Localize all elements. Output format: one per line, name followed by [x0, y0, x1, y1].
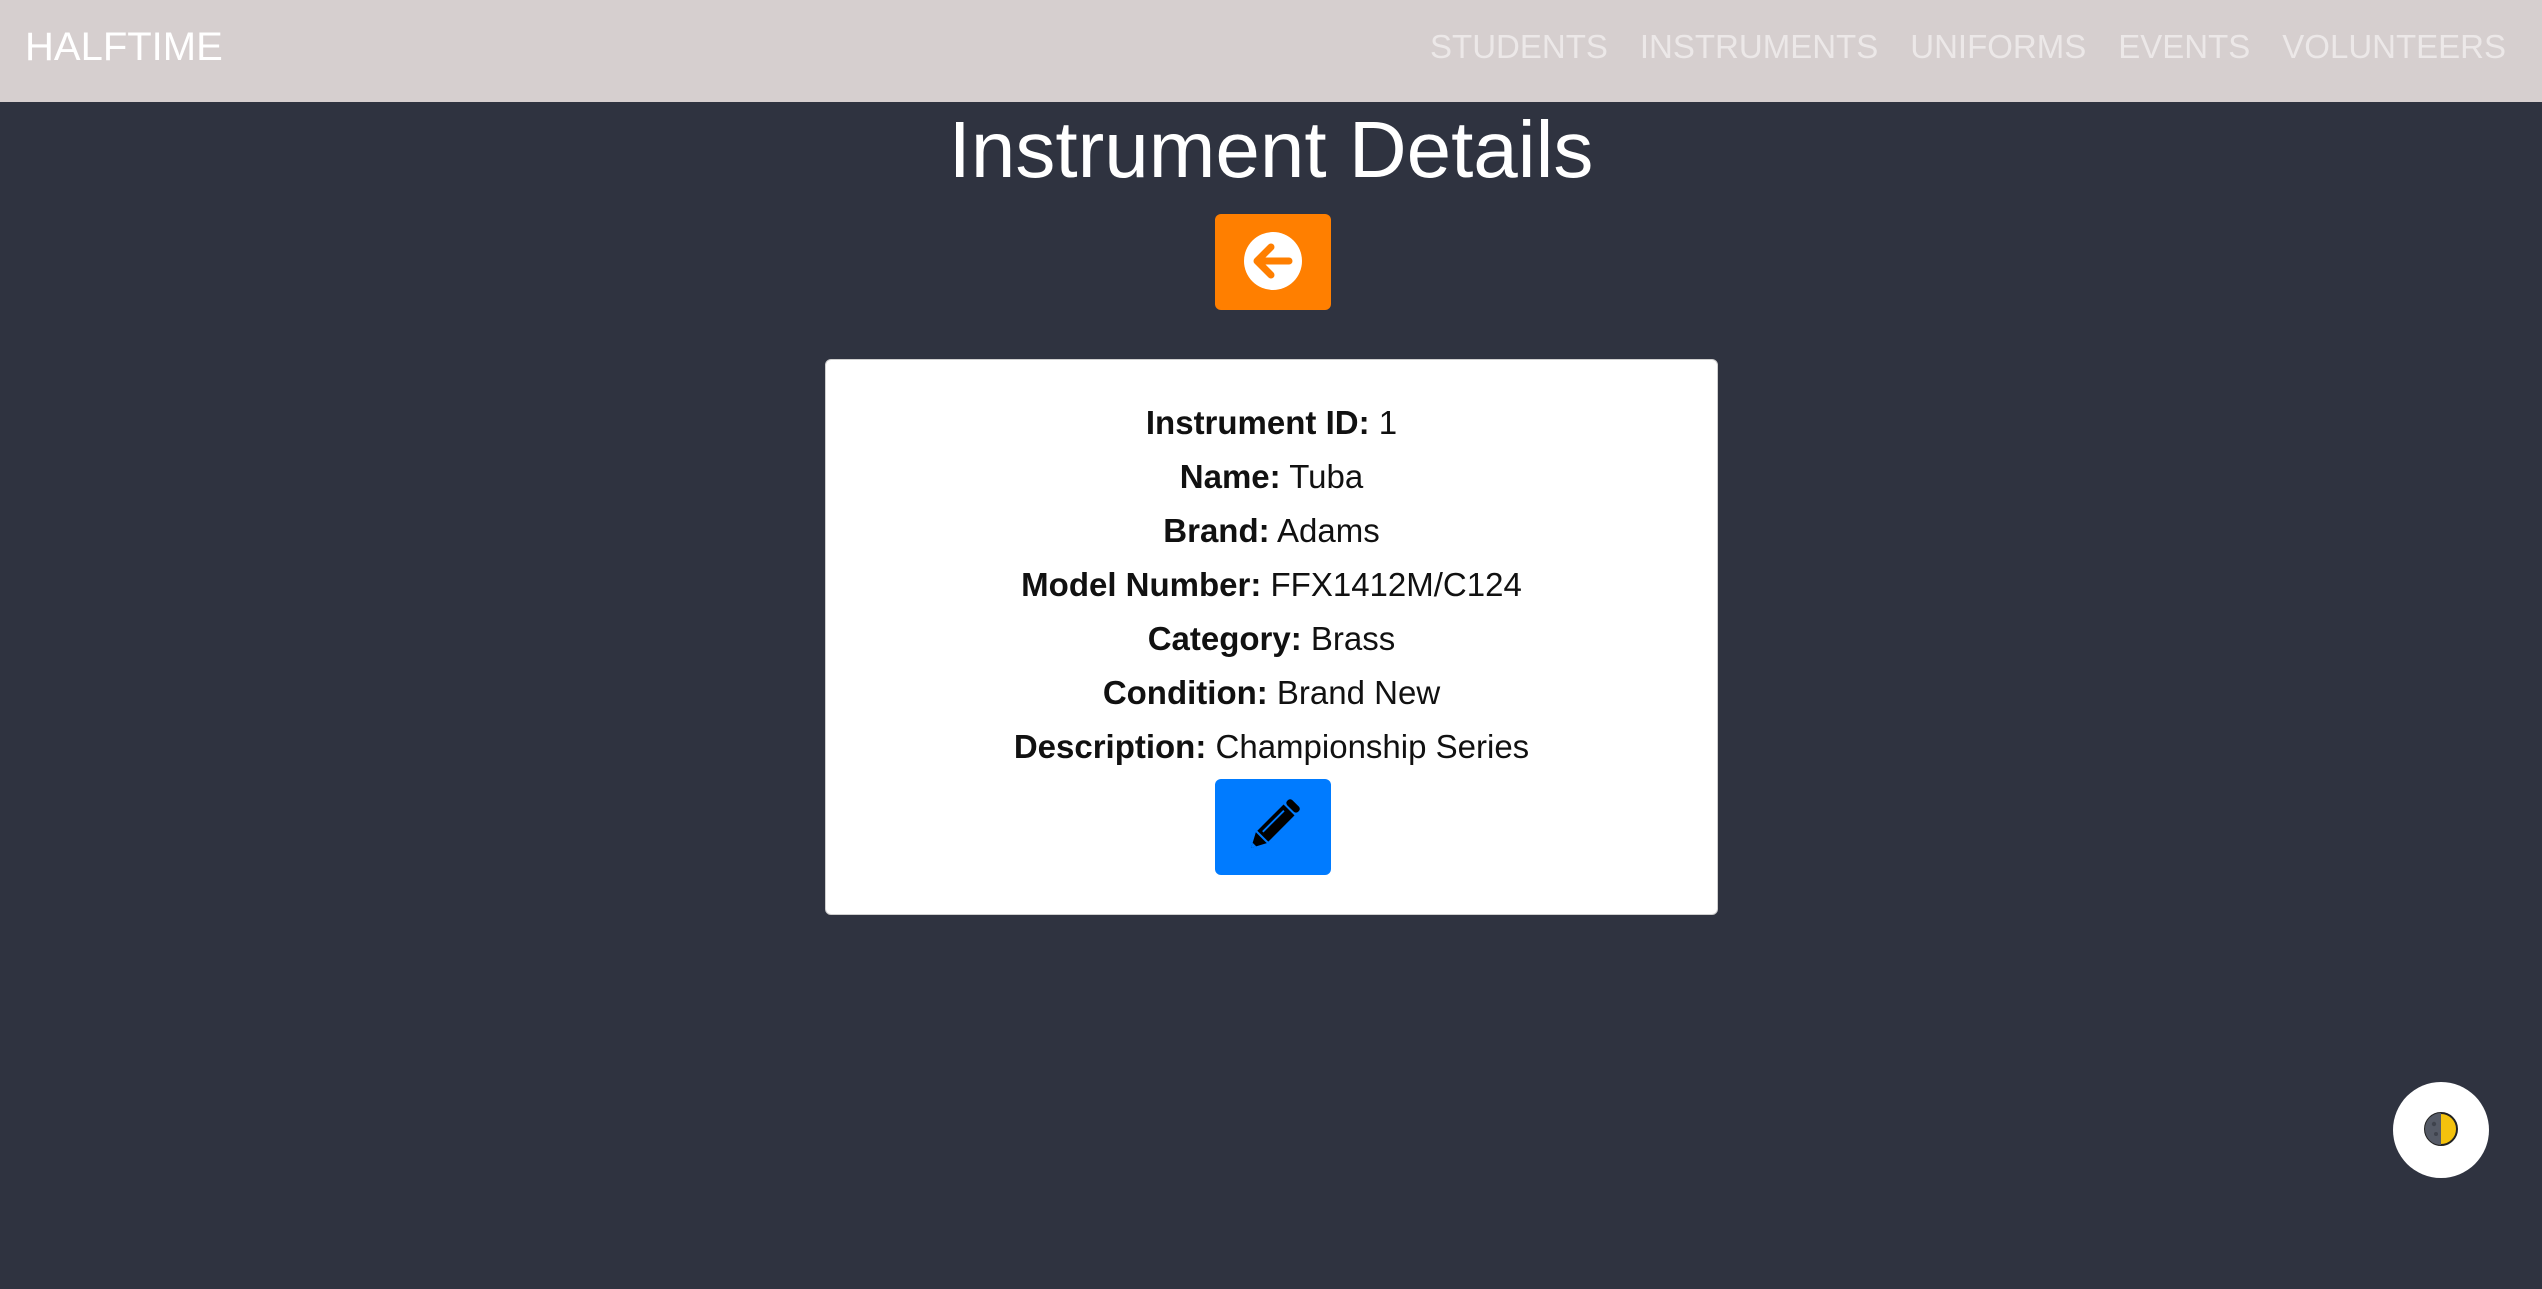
detail-value: Brass	[1310, 620, 1396, 657]
detail-label: Brand:	[1163, 512, 1270, 549]
top-navbar: HALFTIME STUDENTS INSTRUMENTS UNIFORMS E…	[0, 0, 2542, 102]
detail-label: Name:	[1179, 458, 1281, 495]
page-title: Instrument Details	[948, 105, 1594, 194]
detail-category: Category: Brass	[826, 612, 1717, 666]
nav-item-events[interactable]: EVENTS	[2118, 28, 2250, 66]
detail-instrument-id: Instrument ID: 1	[826, 396, 1717, 450]
edit-button[interactable]	[1215, 779, 1331, 875]
detail-value: Tuba	[1289, 458, 1364, 495]
nav-item-volunteers[interactable]: VOLUNTEERS	[2282, 28, 2506, 66]
nav-item-instruments[interactable]: INSTRUMENTS	[1640, 28, 1878, 66]
nav-item-uniforms[interactable]: UNIFORMS	[1910, 28, 2086, 66]
half-moon-icon	[2423, 1111, 2459, 1150]
detail-label: Instrument ID:	[1145, 404, 1370, 441]
detail-name: Name: Tuba	[826, 450, 1717, 504]
nav-links: STUDENTS INSTRUMENTS UNIFORMS EVENTS VOL…	[1430, 0, 2506, 94]
detail-label: Model Number:	[1021, 566, 1262, 603]
detail-model-number: Model Number: FFX1412M/C124	[826, 558, 1717, 612]
detail-label: Category:	[1147, 620, 1302, 657]
detail-value: Brand New	[1276, 674, 1441, 711]
nav-item-students[interactable]: STUDENTS	[1430, 28, 1608, 66]
detail-description: Description: Championship Series	[826, 720, 1717, 774]
back-button[interactable]	[1215, 214, 1331, 310]
detail-label: Description:	[1013, 728, 1207, 765]
detail-label: Condition:	[1102, 674, 1268, 711]
detail-brand: Brand: Adams	[826, 504, 1717, 558]
detail-value: Adams	[1276, 512, 1380, 549]
detail-list: Instrument ID: 1 Name: Tuba Brand: Adams…	[826, 396, 1717, 774]
pencil-icon	[1240, 793, 1306, 862]
theme-toggle-button[interactable]	[2393, 1082, 2489, 1178]
detail-value: 1	[1378, 404, 1398, 441]
instrument-details-card: Instrument ID: 1 Name: Tuba Brand: Adams…	[825, 359, 1718, 915]
detail-value: Championship Series	[1215, 728, 1530, 765]
arrow-circle-left-icon	[1243, 231, 1303, 294]
detail-condition: Condition: Brand New	[826, 666, 1717, 720]
detail-value: FFX1412M/C124	[1270, 566, 1522, 603]
brand-logo[interactable]: HALFTIME	[25, 0, 223, 94]
